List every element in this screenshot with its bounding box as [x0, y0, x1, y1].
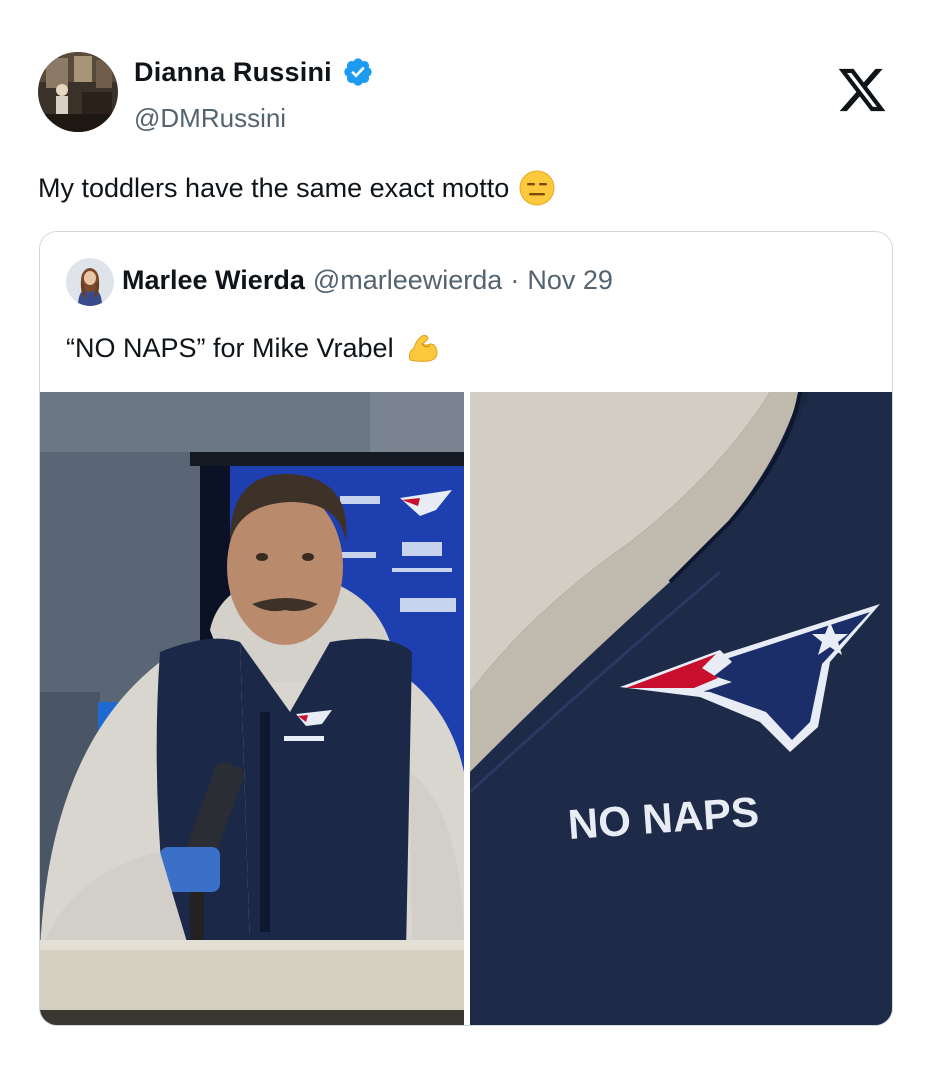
tweet-text-content: My toddlers have the same exact motto — [38, 172, 510, 203]
press-conference-photo[interactable] — [40, 392, 464, 1025]
author-handle[interactable]: @DMRussini — [134, 103, 286, 134]
flexed-biceps-emoji-icon — [408, 334, 438, 362]
quoted-display-name[interactable]: Marlee Wierda — [122, 265, 305, 296]
author-name-row: Dianna Russini — [134, 56, 374, 88]
vest-closeup-photo[interactable]: NO NAPS — [470, 392, 892, 1025]
quoted-text-content: “NO NAPS” for Mike Vrabel — [66, 332, 394, 363]
quoted-date[interactable]: Nov 29 — [527, 265, 613, 296]
expressionless-face-emoji-icon — [519, 170, 555, 206]
author-display-name[interactable]: Dianna Russini — [134, 57, 332, 88]
x-logo-icon[interactable] — [834, 64, 890, 116]
tweet-text: My toddlers have the same exact motto — [38, 170, 555, 206]
author-avatar[interactable] — [38, 52, 118, 132]
quoted-separator: · — [510, 265, 520, 295]
quoted-tweet[interactable]: Marlee Wierda @marleewierda · Nov 29 “NO… — [39, 231, 893, 1026]
quoted-author-avatar[interactable] — [66, 258, 114, 306]
tweet-card: Dianna Russini @DMRussini My toddlers ha… — [0, 0, 932, 1068]
quoted-header: Marlee Wierda @marleewierda · Nov 29 — [122, 265, 613, 296]
verified-badge-icon — [344, 58, 372, 86]
quoted-media[interactable]: NO NAPS — [40, 392, 892, 1025]
quoted-text: “NO NAPS” for Mike Vrabel — [66, 330, 440, 366]
quoted-handle[interactable]: @marleewierda — [313, 265, 502, 296]
